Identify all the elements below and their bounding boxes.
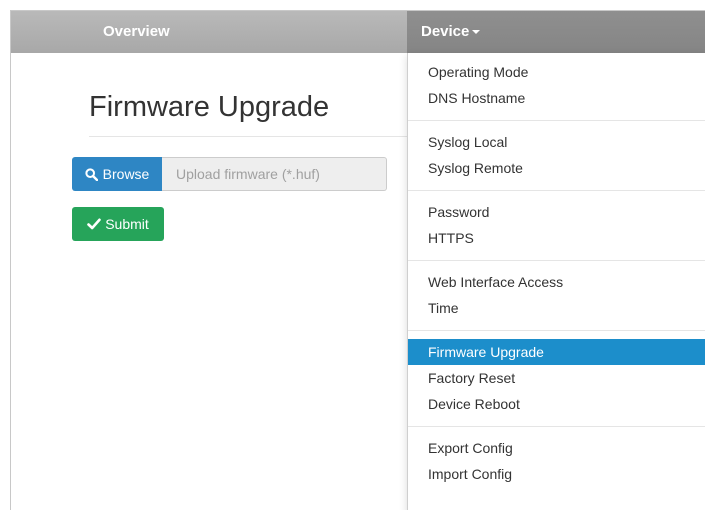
menu-divider bbox=[408, 260, 705, 261]
menu-item-password[interactable]: Password bbox=[408, 199, 705, 225]
device-dropdown-menu: Operating Mode DNS Hostname Syslog Local Sy… bbox=[407, 53, 705, 510]
menu-item-syslog-local[interactable]: Syslog Local bbox=[408, 129, 705, 155]
caret-down-icon bbox=[472, 30, 481, 35]
title-divider bbox=[89, 136, 409, 137]
nav-device-label: Device bbox=[421, 23, 470, 40]
browse-button-label: Browse bbox=[102, 166, 150, 182]
menu-item-export-config[interactable]: Export Config bbox=[408, 435, 705, 461]
menu-item-https[interactable]: HTTPS bbox=[408, 225, 705, 251]
page-title: Firmware Upgrade bbox=[89, 91, 330, 123]
menu-item-time[interactable]: Time bbox=[408, 295, 705, 321]
top-navbar: Overview Device bbox=[11, 11, 705, 53]
menu-divider bbox=[408, 120, 705, 121]
menu-item-import-config[interactable]: Import Config bbox=[408, 461, 705, 487]
menu-item-firmware-upgrade[interactable]: Firmware Upgrade bbox=[408, 339, 705, 365]
checkmark-icon bbox=[87, 218, 102, 230]
menu-item-dns-hostname[interactable]: DNS Hostname bbox=[408, 85, 705, 111]
menu-item-device-reboot[interactable]: Device Reboot bbox=[408, 391, 705, 417]
menu-divider bbox=[408, 190, 705, 191]
menu-item-syslog-remote[interactable]: Syslog Remote bbox=[408, 155, 705, 181]
nav-overview[interactable]: Overview bbox=[103, 11, 170, 53]
nav-overview-label: Overview bbox=[103, 23, 170, 40]
menu-divider bbox=[408, 426, 705, 427]
app-frame: Overview Device Firmware Upgrade Browse … bbox=[10, 10, 705, 510]
menu-item-operating-mode[interactable]: Operating Mode bbox=[408, 59, 705, 85]
menu-divider bbox=[408, 330, 705, 331]
search-icon bbox=[85, 167, 98, 181]
submit-button-label: Submit bbox=[105, 216, 149, 232]
firmware-file-input[interactable] bbox=[162, 157, 387, 191]
menu-item-factory-reset[interactable]: Factory Reset bbox=[408, 365, 705, 391]
submit-button[interactable]: Submit bbox=[72, 207, 164, 241]
browse-button[interactable]: Browse bbox=[72, 157, 162, 191]
menu-item-web-interface-access[interactable]: Web Interface Access bbox=[408, 269, 705, 295]
nav-device-dropdown-toggle[interactable]: Device bbox=[407, 11, 705, 53]
